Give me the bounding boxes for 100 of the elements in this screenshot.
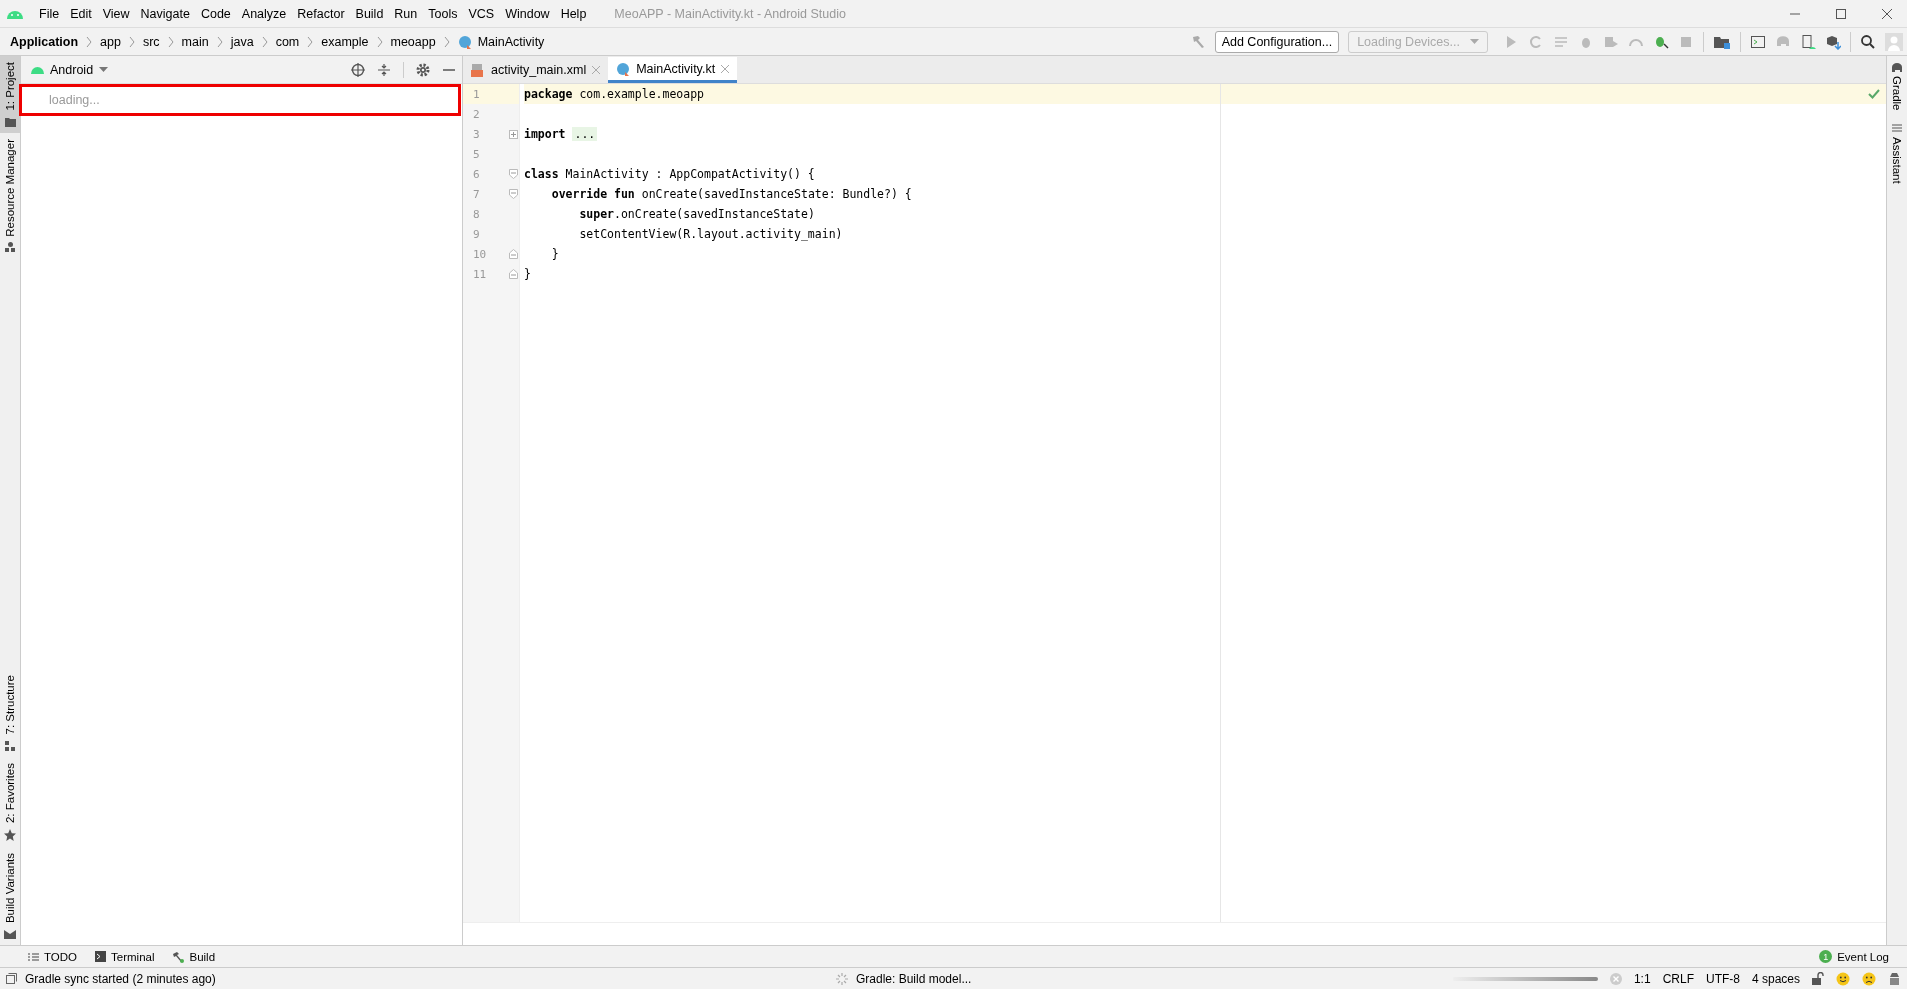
tool-window-tab[interactable]: Build Variants: [0, 846, 20, 945]
breadcrumb-item[interactable]: Application: [10, 34, 79, 49]
editor-tab[interactable]: activity_main.xml: [463, 57, 609, 83]
chevron-icon: [443, 35, 450, 48]
xml-file-icon: [471, 63, 485, 77]
collapse-fold-icon[interactable]: [508, 169, 518, 179]
terminal-window-icon[interactable]: [1750, 33, 1766, 50]
tool-window-button[interactable]: Build: [172, 950, 216, 963]
maximize-icon[interactable]: [1835, 7, 1847, 20]
dropdown-caret-icon: [99, 66, 109, 73]
line-number: 10: [472, 247, 488, 261]
menu-item[interactable]: Build: [350, 6, 390, 21]
line-number: 2: [472, 107, 481, 121]
panel-toggle-icon[interactable]: [6, 973, 17, 984]
tool-window-tab[interactable]: 7: Structure: [0, 669, 20, 757]
line-number: 6: [472, 167, 481, 181]
line-number: 11: [472, 267, 488, 281]
code-line: }: [550, 247, 559, 261]
view-selector[interactable]: Android: [27, 62, 109, 77]
menu-item[interactable]: Code: [195, 6, 237, 21]
editor-tab[interactable]: MainActivity.kt: [608, 57, 738, 83]
tool-window-tab[interactable]: Gradle: [1887, 56, 1907, 117]
menu-item[interactable]: Edit: [65, 6, 98, 21]
caret-position[interactable]: 1:1: [1633, 971, 1651, 986]
status-message[interactable]: Gradle sync started (2 minutes ago): [25, 971, 216, 986]
expand-fold-icon[interactable]: [508, 129, 518, 139]
line-number: 1: [472, 87, 481, 101]
tool-window-tab[interactable]: 2: Favorites: [0, 756, 20, 847]
menu-item[interactable]: VCS: [463, 6, 501, 21]
tool-window-tab[interactable]: 1: Project: [0, 56, 20, 133]
code-line: package com.example.meoapp: [524, 87, 705, 101]
menu-item[interactable]: Tools: [423, 6, 464, 21]
event-log-button[interactable]: 1 Event Log: [1819, 950, 1889, 963]
breadcrumb-item[interactable]: java: [230, 34, 254, 49]
package-icon[interactable]: [1825, 33, 1841, 50]
search-icon[interactable]: [1860, 33, 1876, 50]
loading-text: loading...: [49, 93, 100, 107]
chevron-icon: [261, 35, 268, 48]
breadcrumb-item[interactable]: app: [100, 34, 121, 49]
fold-end-icon[interactable]: [508, 269, 518, 279]
menu-item[interactable]: Navigate: [135, 6, 196, 21]
window-title: MeoAPP - MainActivity.kt - Android Studio: [614, 6, 846, 21]
list-icon: [28, 951, 39, 962]
background-task[interactable]: Gradle: Build model...: [856, 971, 972, 986]
terminal-icon: [95, 951, 106, 962]
close-icon[interactable]: [1881, 7, 1893, 20]
frown-icon[interactable]: [1862, 971, 1876, 986]
chevron-icon: [216, 35, 223, 48]
smile-icon[interactable]: [1836, 971, 1850, 986]
line-number: 8: [472, 207, 481, 221]
menu-item[interactable]: Refactor: [292, 6, 351, 21]
breadcrumb-item[interactable]: com: [275, 34, 300, 49]
menu-item[interactable]: Run: [389, 6, 424, 21]
dropdown-caret-icon: [1470, 38, 1479, 45]
blocks-icon: [5, 740, 15, 751]
unlock-icon[interactable]: [1812, 972, 1824, 985]
class-icon: [457, 34, 472, 49]
breadcrumb-item[interactable]: src: [142, 34, 160, 49]
folded-code[interactable]: ...: [572, 127, 598, 141]
tool-window-button[interactable]: TODO: [28, 950, 77, 963]
collapse-icon[interactable]: [377, 62, 391, 77]
tool-window-tab[interactable]: Assistant: [1887, 116, 1907, 190]
code-line: setContentView(R.layout.activity_main): [578, 227, 843, 241]
collapse-fold-icon[interactable]: [508, 189, 518, 199]
breadcrumb-item[interactable]: meoapp: [390, 34, 436, 49]
add-configuration-button[interactable]: Add Configuration...: [1214, 30, 1340, 53]
menu-item[interactable]: View: [97, 6, 136, 21]
fold-end-icon[interactable]: [508, 249, 518, 259]
menu-item[interactable]: Help: [555, 6, 593, 21]
check-icon: [1868, 89, 1880, 99]
target-icon[interactable]: [351, 62, 365, 77]
list-icon: [1892, 122, 1902, 133]
breadcrumb-item[interactable]: example: [321, 34, 369, 49]
tool-window-tab[interactable]: Resource Manager: [0, 132, 20, 259]
cancel-icon[interactable]: [1609, 972, 1622, 985]
code-line: override fun onCreate(savedInstanceState: Bundle?) {: [550, 187, 912, 201]
line-separator[interactable]: CRLF: [1662, 971, 1694, 986]
breadcrumb-item[interactable]: MainActivity: [477, 34, 545, 49]
menu-item[interactable]: Analyze: [236, 6, 293, 21]
tool-window-button[interactable]: Terminal: [95, 950, 155, 963]
menu-item[interactable]: Window: [500, 6, 556, 21]
line-number: 7: [472, 187, 481, 201]
file-encoding[interactable]: UTF-8: [1705, 971, 1740, 986]
chevron-icon: [167, 35, 174, 48]
chevron-icon: [86, 35, 93, 48]
code-line: }: [524, 267, 531, 281]
menu-item[interactable]: File: [34, 6, 66, 21]
spinner-icon: [836, 972, 848, 985]
breadcrumb-item[interactable]: main: [181, 34, 209, 49]
rerun-icon[interactable]: [1528, 33, 1544, 50]
notification-badge: 1: [1819, 950, 1833, 963]
chevron-icon: [307, 35, 314, 48]
code-line: import: [524, 127, 567, 141]
code-line: super.onCreate(savedInstanceState): [578, 207, 815, 221]
line-number: 5: [472, 147, 481, 161]
settings-icon[interactable]: [416, 62, 430, 77]
chevron-icon: [376, 35, 383, 48]
folder-icon: [4, 116, 16, 127]
indent-setting[interactable]: 4 spaces: [1751, 971, 1800, 986]
device-icon[interactable]: [1800, 33, 1816, 50]
